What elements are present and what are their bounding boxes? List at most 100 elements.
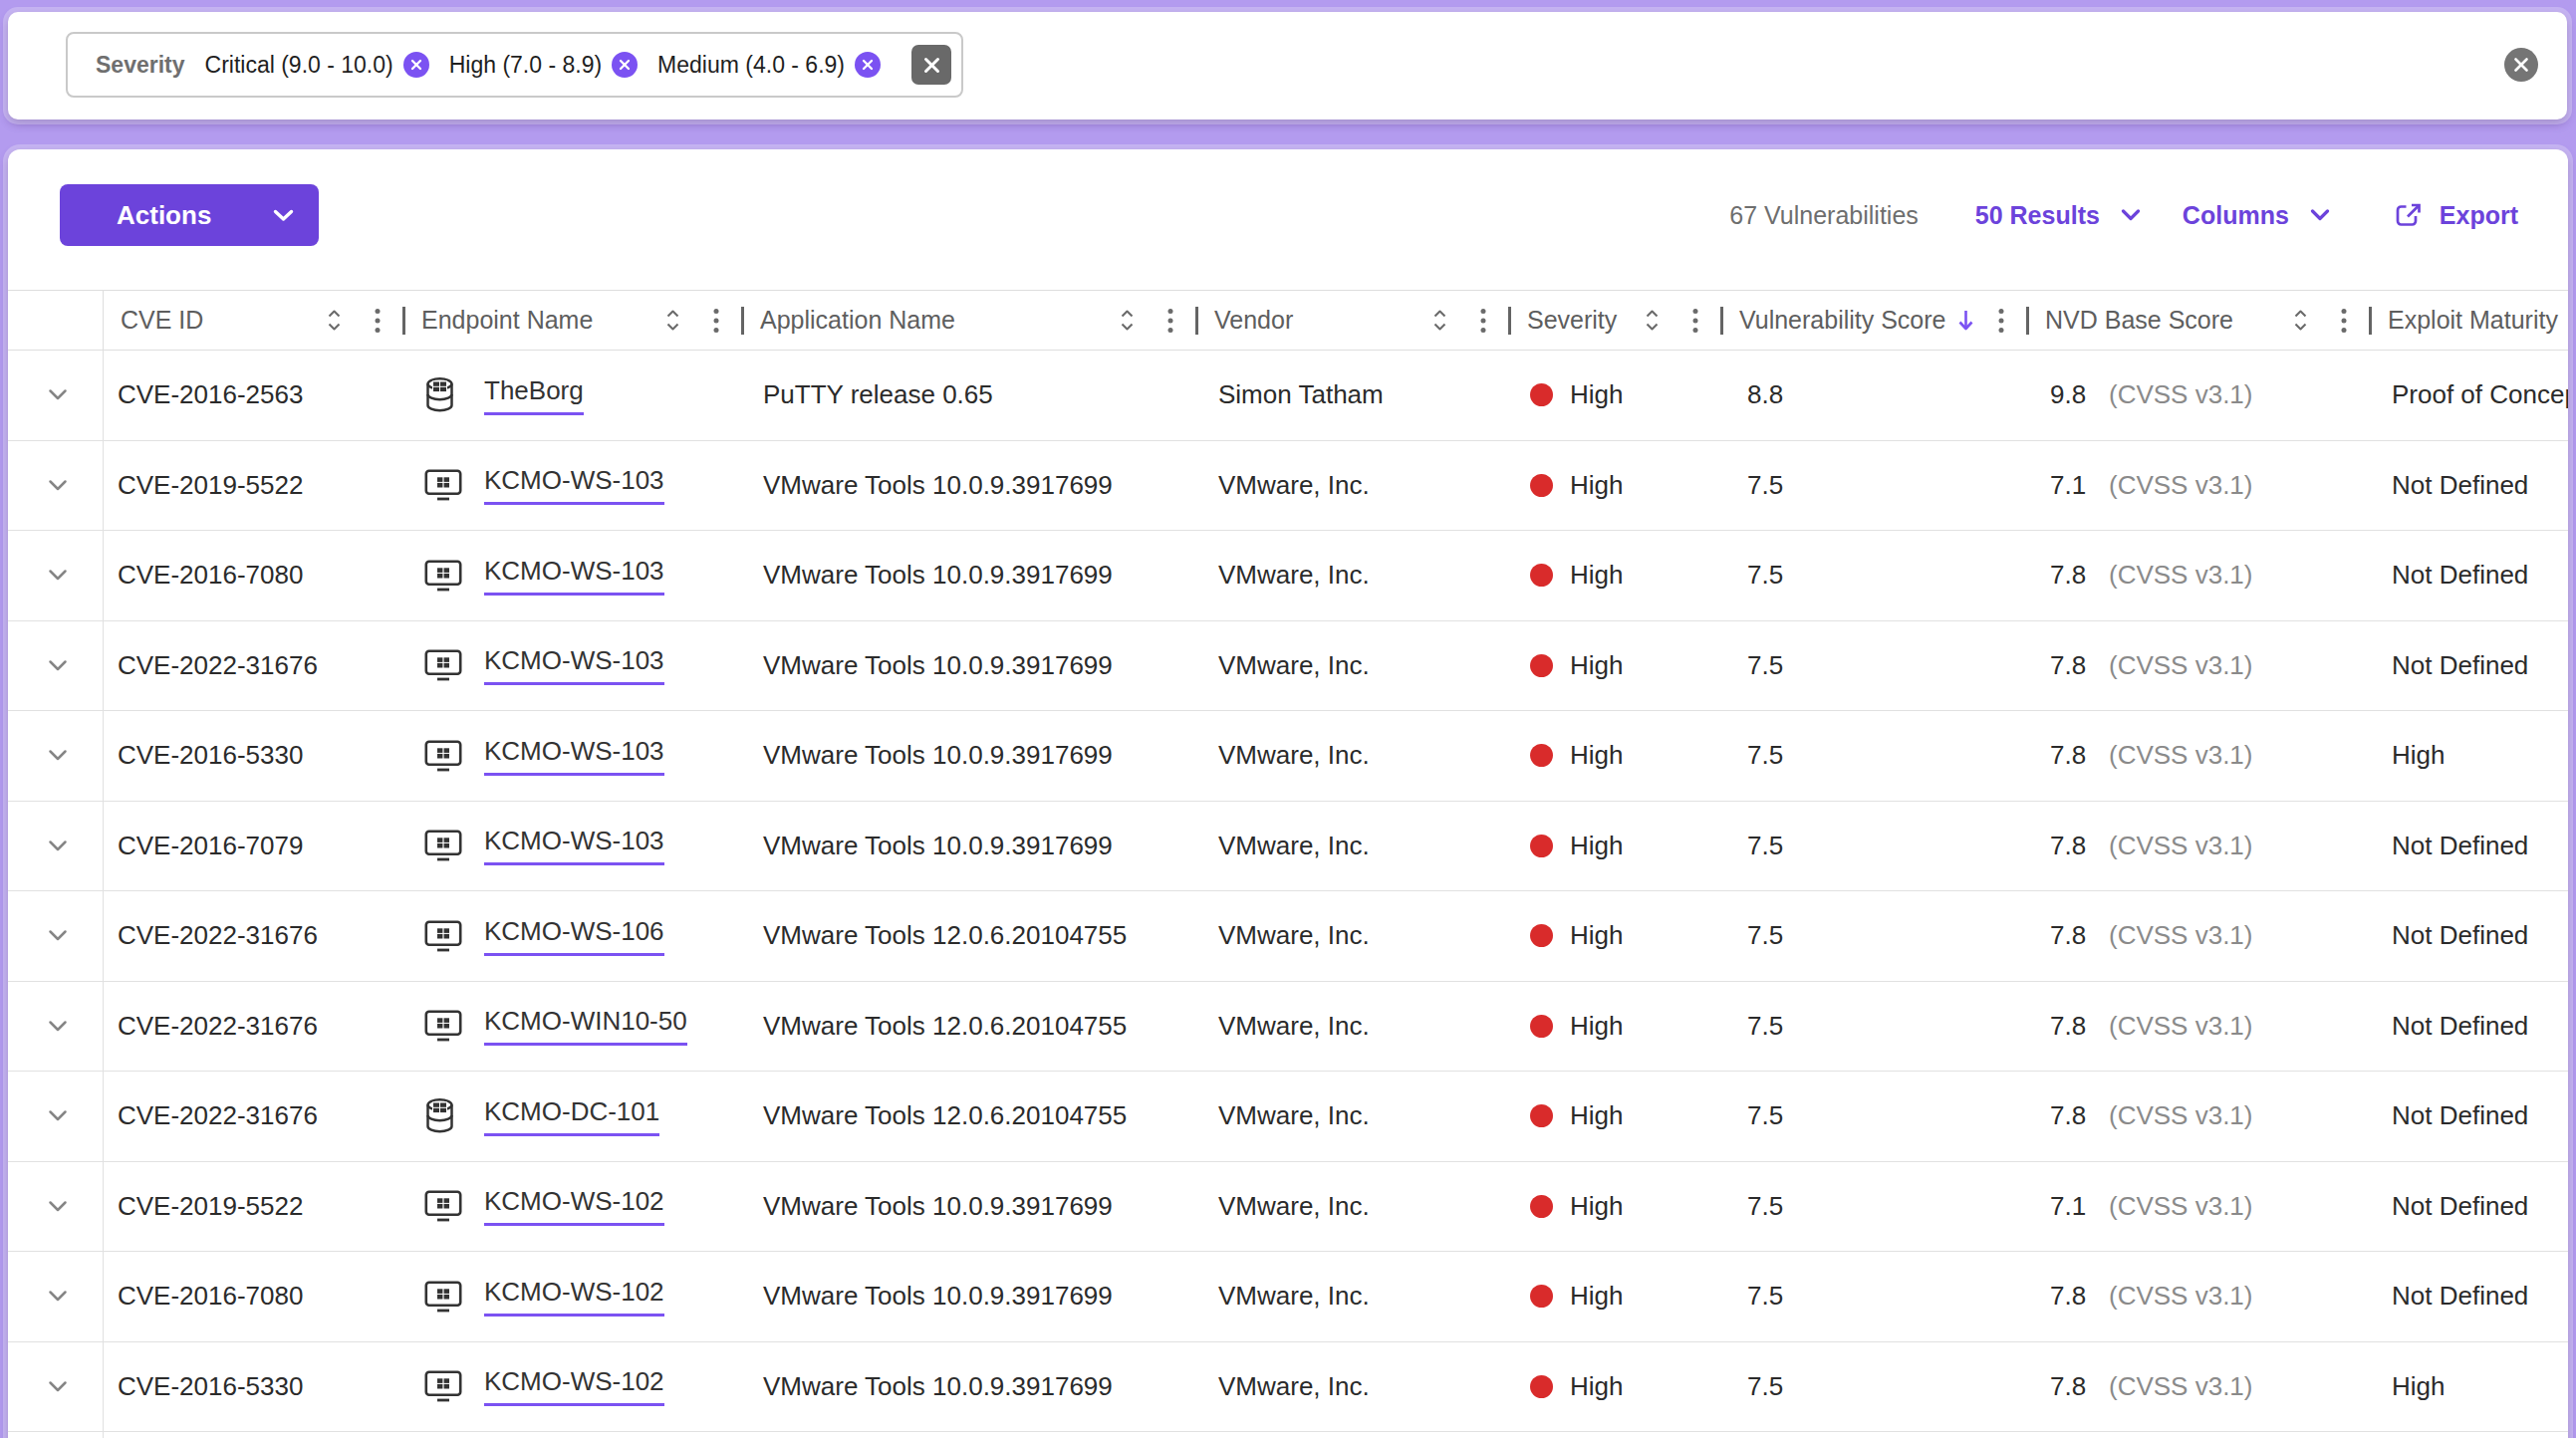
results-per-page-dropdown[interactable]: 50 Results [1975, 201, 2141, 230]
actions-button[interactable]: Actions [60, 184, 319, 246]
cvss-version-label: (CVSS v3.1) [2109, 560, 2253, 591]
column-menu-icon[interactable] [1167, 307, 1173, 335]
endpoint-cell: KCMO-WS-103 [404, 645, 743, 685]
vendor-cell: VMware, Inc. [1197, 920, 1510, 951]
column-menu-icon[interactable] [1998, 307, 2004, 335]
column-header-cve_id[interactable]: CVE ID [104, 291, 404, 350]
sort-toggle-icon[interactable] [664, 307, 681, 334]
severity-cell: High [1510, 379, 1722, 410]
expand-row-button[interactable] [8, 621, 104, 711]
expand-row-button[interactable] [8, 1162, 104, 1252]
cve-id-cell: CVE-2016-7080 [104, 1281, 404, 1312]
endpoint-link[interactable]: TheBorg [484, 375, 584, 415]
column-menu-icon[interactable] [1480, 307, 1486, 335]
endpoint-cell: KCMO-WS-103 [404, 556, 743, 596]
cvss-version-label: (CVSS v3.1) [2109, 740, 2253, 771]
vulnerability-score-cell: 7.5 [1722, 1100, 2028, 1131]
exploit-maturity-cell: Not Defined [2371, 650, 2568, 681]
remove-filter-button[interactable] [855, 52, 881, 78]
table-row: CVE-2022-31676 KCMO-WS-106 V [8, 891, 2568, 982]
severity-cell: High [1510, 470, 1722, 501]
table-row: CVE-2016-5330 KCMO-WS-102 VM [8, 1342, 2568, 1433]
nvd-score-value: 7.1 [2050, 1191, 2109, 1222]
exploit-maturity-cell: Not Defined [2371, 1281, 2568, 1312]
vulnerability-score-cell: 7.5 [1722, 1191, 2028, 1222]
endpoint-link[interactable]: KCMO-WS-103 [484, 645, 664, 685]
cvss-version-label: (CVSS v3.1) [2109, 920, 2253, 951]
severity-label: High [1570, 920, 1623, 951]
sort-toggle-icon[interactable] [326, 307, 343, 334]
endpoint-link[interactable]: KCMO-WS-106 [484, 916, 664, 956]
endpoint-link[interactable]: KCMO-WS-103 [484, 556, 664, 596]
column-header-nvd_base_score[interactable]: NVD Base Score [2028, 291, 2371, 350]
expand-row-button[interactable] [8, 1432, 104, 1438]
columns-dropdown[interactable]: Columns [2183, 201, 2330, 230]
endpoint-link[interactable]: KCMO-WS-103 [484, 736, 664, 776]
endpoint-cell: KCMO-WS-102 [404, 1277, 743, 1317]
cve-id-cell: CVE-2022-31676 [104, 920, 404, 951]
endpoint-link[interactable]: KCMO-WIN10-50 [484, 1006, 687, 1046]
exploit-maturity-cell: Not Defined [2371, 1191, 2568, 1222]
vulnerability-score-cell: 8.8 [1722, 379, 2028, 410]
cve-id-cell: CVE-2019-5522 [104, 470, 404, 501]
sort-toggle-icon[interactable] [2292, 307, 2309, 334]
close-icon [410, 59, 422, 71]
nvd-score-value: 7.8 [2050, 1281, 2109, 1312]
remove-filter-button[interactable] [403, 52, 429, 78]
severity-label: High [1570, 1011, 1623, 1042]
column-header-application_name[interactable]: Application Name [743, 291, 1197, 350]
endpoint-link[interactable]: KCMO-WS-103 [484, 465, 664, 505]
expand-row-button[interactable] [8, 982, 104, 1072]
column-header-exploit_maturity[interactable]: Exploit Maturity [2371, 291, 2568, 350]
sort-desc-arrow-icon [1956, 308, 1975, 333]
clear-severity-filters-button[interactable] [911, 45, 951, 85]
column-header-severity[interactable]: Severity [1510, 291, 1722, 350]
column-header-vulnerability_score[interactable]: Vulnerability Score [1722, 291, 2028, 350]
endpoint-link[interactable]: KCMO-WS-102 [484, 1366, 664, 1406]
column-menu-icon[interactable] [2341, 307, 2347, 335]
expand-row-button[interactable] [8, 802, 104, 891]
endpoint-link[interactable]: KCMO-WS-102 [484, 1186, 664, 1226]
severity-cell: High [1510, 1011, 1722, 1042]
expand-row-button[interactable] [8, 1072, 104, 1161]
severity-cell: High [1510, 1371, 1722, 1402]
severity-cell: High [1510, 560, 1722, 591]
chevron-down-icon [48, 1380, 68, 1393]
chevron-down-icon [48, 659, 68, 672]
cvss-version-label: (CVSS v3.1) [2109, 1011, 2253, 1042]
table-row: CVE-2016-7080 KCMO-WS-103 VM [8, 531, 2568, 621]
chevron-down-icon [48, 749, 68, 762]
sort-toggle-icon[interactable] [1644, 307, 1661, 334]
export-button[interactable]: Export [2393, 200, 2518, 231]
vendor-cell: Simon Tatham [1197, 379, 1510, 410]
results-per-page-label: 50 Results [1975, 201, 2100, 230]
clear-all-filters-button[interactable] [2504, 48, 2538, 82]
expand-row-button[interactable] [8, 891, 104, 981]
severity-high-dot [1530, 1375, 1553, 1398]
endpoint-link[interactable]: KCMO-WS-103 [484, 826, 664, 865]
expand-row-button[interactable] [8, 711, 104, 801]
column-menu-icon[interactable] [713, 307, 719, 335]
expand-row-button[interactable] [8, 1342, 104, 1432]
sort-toggle-icon[interactable] [1431, 307, 1448, 334]
severity-filter-group: Severity Critical (9.0 - 10.0) High (7.0… [66, 32, 963, 98]
column-header-vendor[interactable]: Vendor [1197, 291, 1510, 350]
close-icon [619, 59, 631, 71]
remove-filter-button[interactable] [612, 52, 638, 78]
sort-toggle-icon[interactable] [1119, 307, 1136, 334]
chevron-down-icon [2310, 209, 2330, 221]
cvss-version-label: (CVSS v3.1) [2109, 831, 2253, 861]
endpoint-link[interactable]: KCMO-DC-101 [484, 1096, 659, 1136]
column-header-endpoint_name[interactable]: Endpoint Name [404, 291, 743, 350]
expand-row-button[interactable] [8, 531, 104, 620]
nvd-score-value: 7.8 [2050, 1011, 2109, 1042]
vulnerability-score-cell: 7.5 [1722, 920, 2028, 951]
endpoint-link[interactable]: KCMO-WS-102 [484, 1277, 664, 1317]
cve-id-cell: CVE-2022-31676 [104, 1011, 404, 1042]
expand-row-button[interactable] [8, 351, 104, 440]
filter-group-label: Severity [96, 52, 185, 79]
expand-row-button[interactable] [8, 441, 104, 531]
column-menu-icon[interactable] [375, 307, 381, 335]
expand-row-button[interactable] [8, 1252, 104, 1341]
column-menu-icon[interactable] [1692, 307, 1698, 335]
